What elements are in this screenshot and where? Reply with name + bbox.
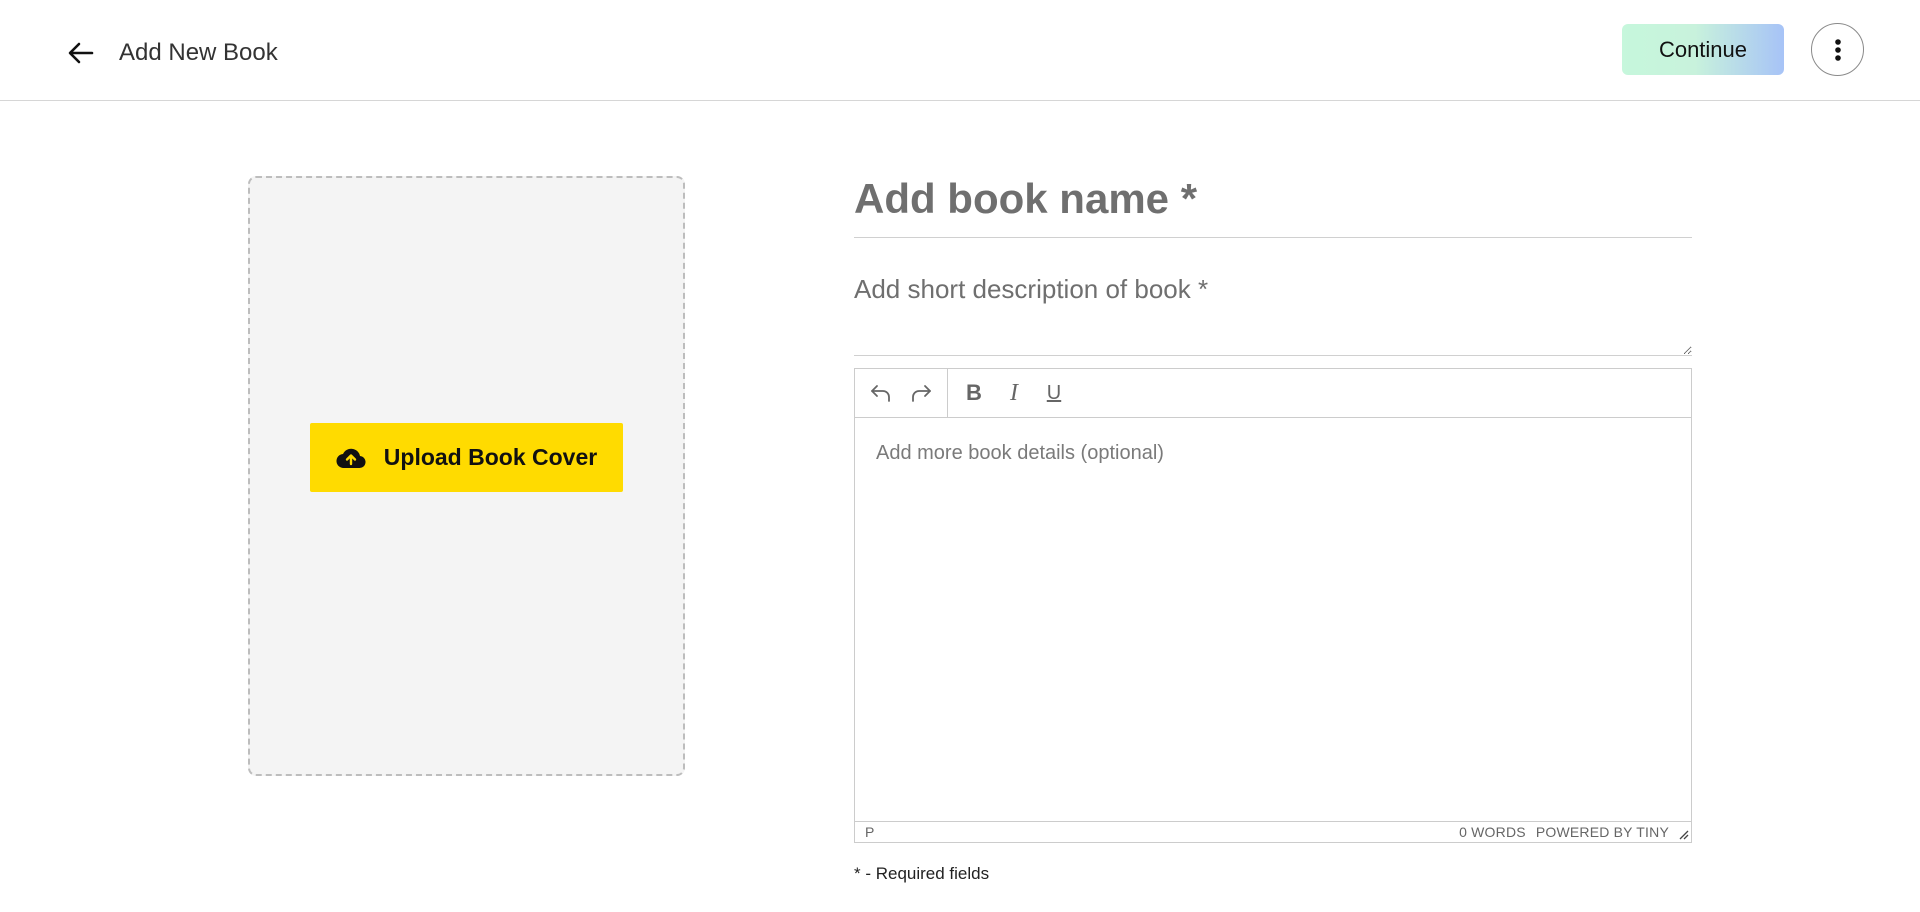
element-path[interactable]: P (865, 824, 874, 840)
status-right: 0 WORDS POWERED BY TINY (1459, 824, 1669, 840)
bold-icon: B (966, 380, 982, 405)
upload-book-cover-button[interactable]: Upload Book Cover (310, 423, 623, 492)
powered-by-link[interactable]: POWERED BY TINY (1536, 824, 1669, 840)
history-group (855, 368, 948, 418)
cloud-upload-icon (336, 448, 366, 468)
arrow-left-icon (68, 42, 94, 64)
redo-icon (912, 385, 931, 402)
editor-statusbar: P 0 WORDS POWERED BY TINY (855, 821, 1691, 842)
top-bar: Add New Book Continue (0, 0, 1920, 101)
word-count[interactable]: 0 WORDS (1459, 824, 1526, 840)
back-button[interactable] (64, 36, 98, 70)
bold-button[interactable]: B (954, 376, 994, 410)
upload-button-label: Upload Book Cover (383, 444, 598, 470)
book-description-input[interactable] (854, 270, 1692, 356)
underline-button[interactable]: U (1034, 376, 1074, 410)
required-fields-note: * - Required fields (854, 864, 990, 883)
undo-button[interactable] (861, 376, 901, 410)
underline-icon: U (1046, 381, 1062, 404)
continue-button[interactable]: Continue (1622, 24, 1784, 75)
editor-content-area[interactable]: Add more book details (optional) (855, 418, 1691, 821)
more-options-button[interactable] (1811, 23, 1864, 76)
book-details-editor: B I U Add more book details (optional) P… (854, 368, 1692, 843)
format-group: B I U (948, 369, 1080, 418)
resize-handle-icon[interactable] (1677, 828, 1689, 840)
italic-icon: I (1010, 379, 1018, 406)
editor-toolbar: B I U (855, 368, 1691, 418)
redo-button[interactable] (901, 376, 941, 410)
book-name-input[interactable] (854, 160, 1692, 238)
undo-icon (871, 385, 890, 402)
more-vertical-icon (1834, 38, 1841, 61)
editor-placeholder: Add more book details (optional) (876, 442, 1164, 464)
page-title: Add New Book (119, 39, 278, 66)
italic-button[interactable]: I (994, 376, 1034, 410)
